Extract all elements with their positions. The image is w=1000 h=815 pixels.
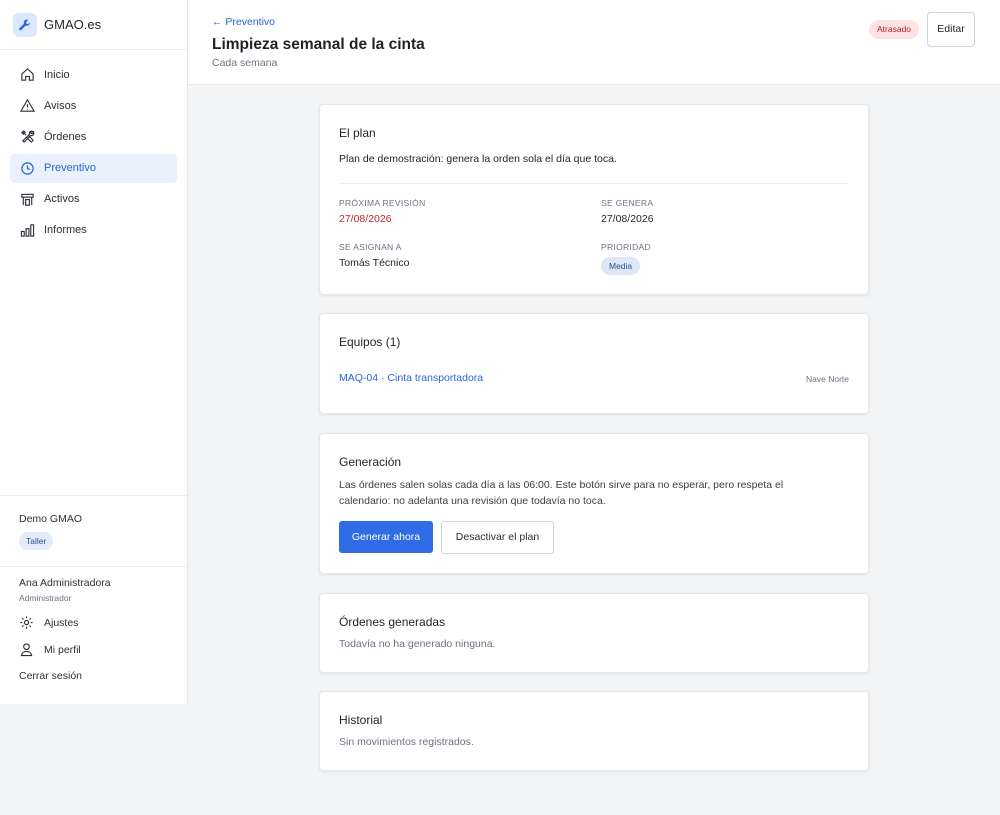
- gear-icon: [20, 616, 33, 629]
- card-title: Generación: [339, 455, 402, 469]
- page-subtitle: Cada semana: [212, 57, 278, 69]
- wrench-logo-icon: [13, 12, 37, 37]
- generated-orders-card: Órdenes generadas Todavía no ha generado…: [319, 593, 869, 673]
- clock-icon: [19, 160, 35, 176]
- sidebar-item-preventivo[interactable]: Preventivo: [10, 153, 177, 183]
- sidebar: GMAO.es Inicio Avisos Órdenes Preventivo…: [0, 0, 188, 704]
- deactivate-plan-button[interactable]: Desactivar el plan: [441, 521, 554, 554]
- equipment-card: Equipos (1) MAQ-04 · Cinta transportador…: [319, 313, 869, 414]
- sidebar-item-label: Órdenes: [44, 130, 87, 143]
- sidebar-item-label: Avisos: [44, 99, 77, 112]
- status-badge: Atrasado: [869, 20, 920, 39]
- back-link[interactable]: ← Preventivo: [212, 16, 275, 28]
- card-title: Historial: [339, 713, 383, 727]
- assigned-value: Tomás Técnico: [339, 257, 410, 269]
- edit-button[interactable]: Editar: [927, 12, 975, 47]
- app-name: GMAO.es: [44, 17, 102, 32]
- sidebar-item-inicio[interactable]: Inicio: [10, 60, 177, 89]
- sidebar-item-label: Activos: [44, 193, 80, 206]
- asset-icon: [19, 191, 35, 207]
- user-role: Administrador: [19, 593, 72, 603]
- next-revision-value: 27/08/2026: [339, 213, 392, 225]
- settings-link[interactable]: Ajustes: [19, 615, 187, 630]
- generated-value: 27/08/2026: [601, 213, 654, 225]
- sidebar-item-activos[interactable]: Activos: [10, 185, 177, 214]
- equipment-location: Nave Norte: [806, 374, 849, 384]
- profile-link[interactable]: Mi perfil: [19, 642, 187, 657]
- sidebar-item-ordenes[interactable]: Órdenes: [10, 122, 177, 151]
- logout-link[interactable]: Cerrar sesión: [19, 670, 187, 682]
- generation-card: Generación Las órdenes salen solas cada …: [319, 433, 869, 574]
- empty-message: Sin movimientos registrados.: [339, 736, 474, 748]
- bar-chart-icon: [19, 222, 35, 238]
- plan-card: El plan Plan de demostración: genera la …: [319, 104, 869, 295]
- user-name: Ana Administradora: [19, 577, 111, 589]
- tools-icon: [19, 129, 35, 145]
- user-icon: [20, 643, 33, 657]
- card-title: Equipos (1): [339, 335, 401, 349]
- generation-text: Las órdenes salen solas cada día a las 0…: [339, 479, 784, 507]
- home-icon: [19, 67, 35, 83]
- generate-now-button[interactable]: Generar ahora: [339, 521, 433, 553]
- page-title: Limpieza semanal de la cinta: [212, 36, 425, 53]
- sidebar-item-label: Preventivo: [44, 162, 96, 175]
- generated-label: SE GENERA: [601, 198, 654, 208]
- history-card: Historial Sin movimientos registrados.: [319, 691, 869, 771]
- empty-message: Todavía no ha generado ninguna.: [339, 638, 496, 650]
- card-title: El plan: [339, 126, 376, 140]
- card-title: Órdenes generadas: [339, 615, 446, 629]
- org-section: Demo GMAO Taller: [0, 495, 187, 566]
- main-nav: Inicio Avisos Órdenes Preventivo Activos…: [0, 50, 187, 245]
- user-section: Ana Administradora Administrador Ajustes…: [0, 566, 187, 682]
- divider: [339, 183, 849, 184]
- sidebar-item-informes[interactable]: Informes: [10, 216, 177, 245]
- plan-description: Plan de demostración: genera la orden so…: [339, 153, 617, 165]
- warning-icon: [19, 98, 35, 114]
- assigned-label: SE ASIGNAN A: [339, 242, 402, 252]
- sidebar-item-label: Inicio: [44, 68, 70, 81]
- profile-label: Mi perfil: [44, 643, 81, 656]
- priority-badge: Media: [601, 257, 641, 275]
- brand[interactable]: GMAO.es: [0, 0, 187, 50]
- priority-label: PRIORIDAD: [601, 242, 651, 252]
- org-badge: Taller: [19, 532, 54, 550]
- equipment-link[interactable]: MAQ-04 · Cinta transportadora: [339, 372, 483, 384]
- sidebar-item-avisos[interactable]: Avisos: [10, 91, 177, 120]
- next-revision-label: PRÓXIMA REVISIÓN: [339, 198, 426, 208]
- sidebar-item-label: Informes: [44, 224, 87, 237]
- org-name: Demo GMAO: [19, 513, 83, 525]
- page-header: ← Preventivo Limpieza semanal de la cint…: [188, 0, 1000, 85]
- settings-label: Ajustes: [44, 616, 79, 629]
